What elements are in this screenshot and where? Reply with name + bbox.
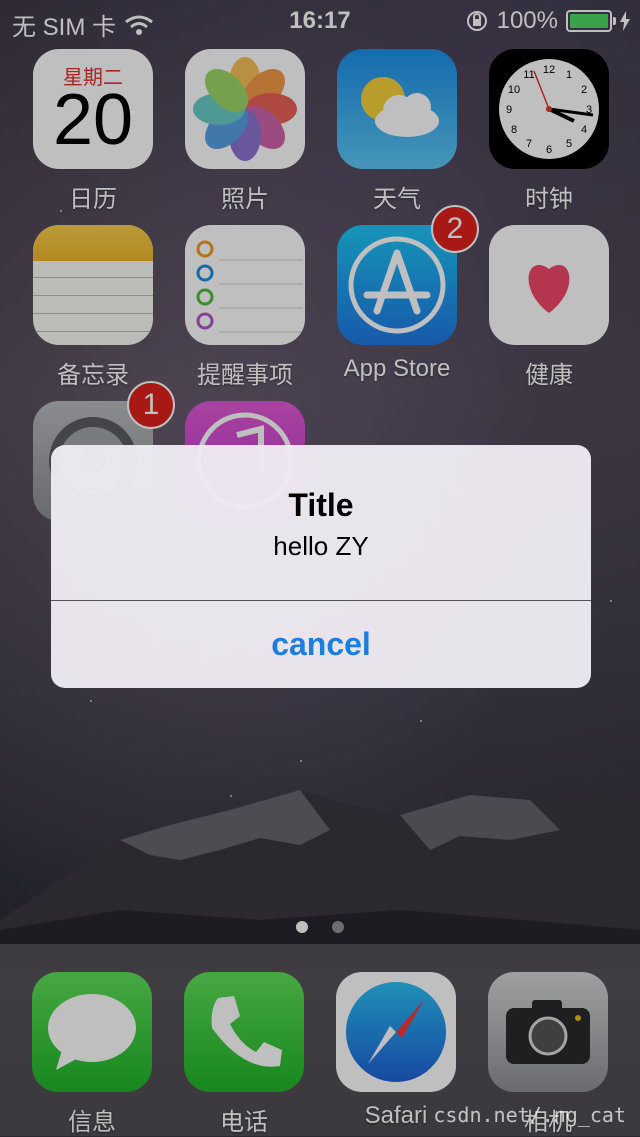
cancel-button[interactable]: cancel <box>51 601 591 688</box>
alert-message: hello ZY <box>273 531 369 561</box>
alert-dialog: Title hello ZY cancel <box>51 445 591 688</box>
watermark: csdn.net/.ng_cat <box>433 1103 626 1127</box>
alert-title: Title <box>288 487 354 523</box>
